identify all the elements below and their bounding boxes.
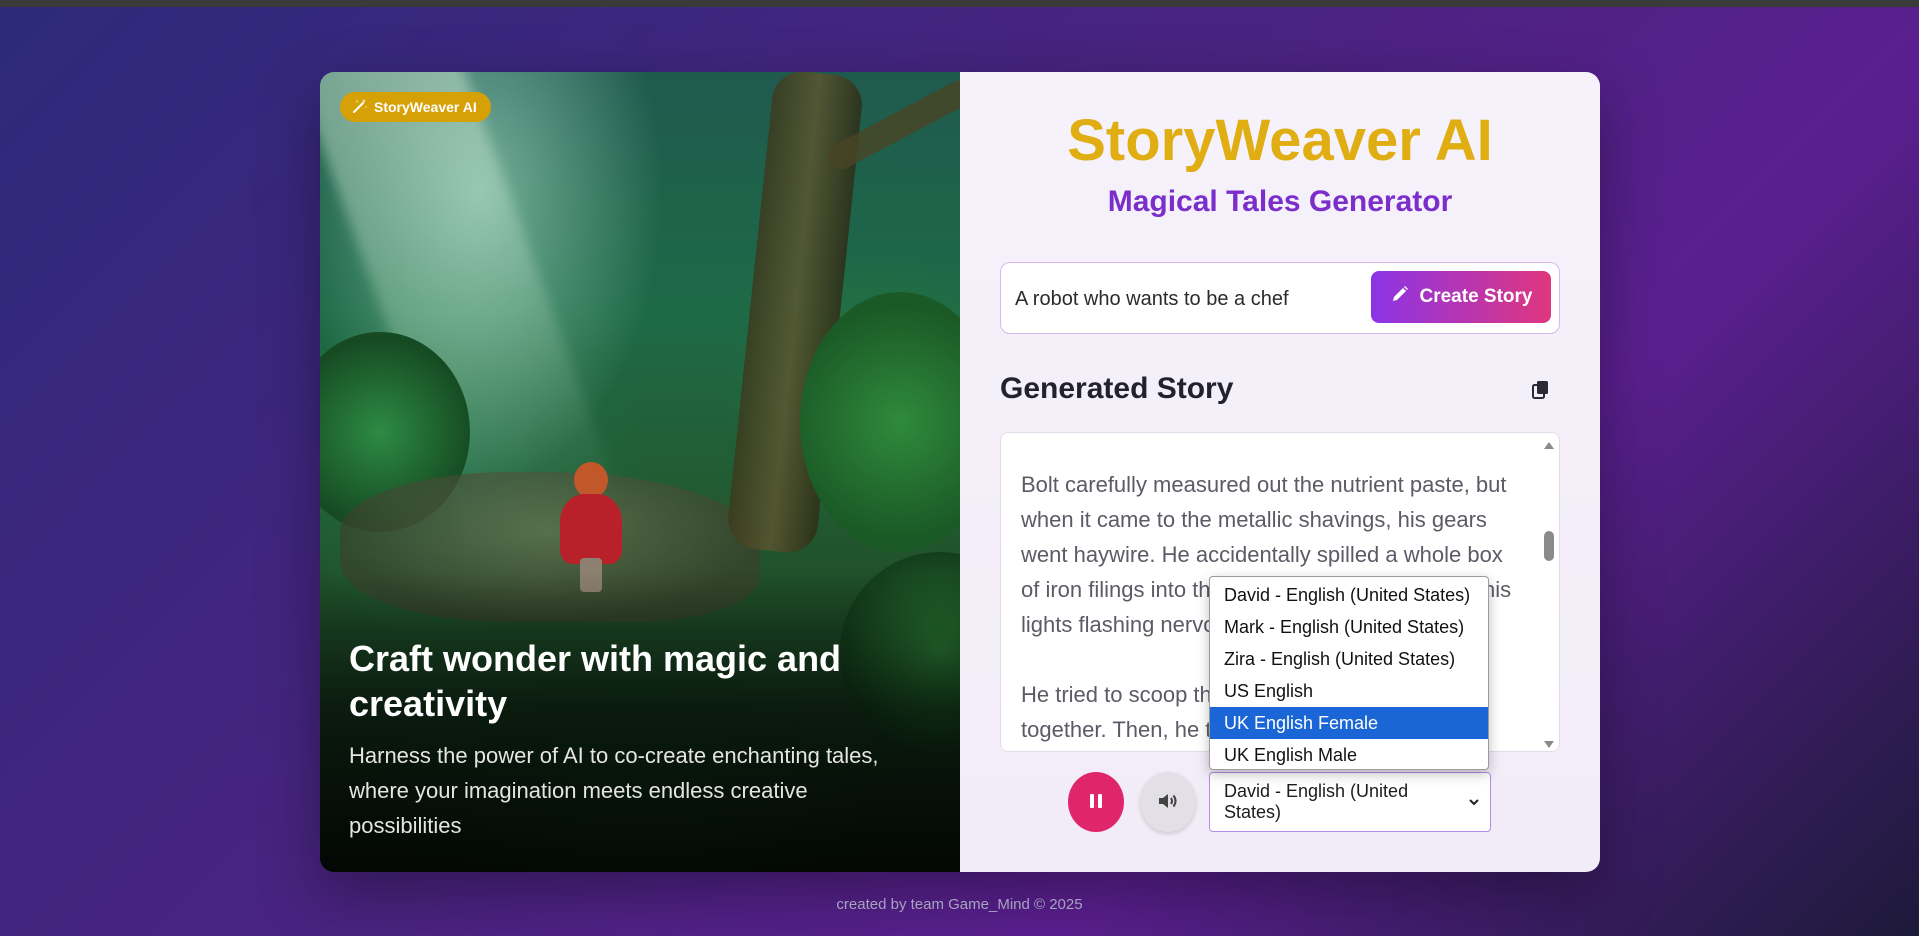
brand-badge-label: StoryWeaver AI <box>374 99 477 115</box>
copy-icon[interactable] <box>1530 378 1552 400</box>
browser-top-bar <box>0 0 1919 7</box>
voice-option[interactable]: UK English Male <box>1210 739 1488 771</box>
voice-option[interactable]: Mark - English (United States) <box>1210 611 1488 643</box>
voice-select-value: David - English (United States) <box>1224 781 1409 822</box>
app-title: StoryWeaver AI <box>1067 108 1493 173</box>
voice-option[interactable]: US English <box>1210 675 1488 707</box>
main-card: StoryWeaver AI Craft wonder with magic a… <box>320 72 1600 872</box>
scrollbar-thumb[interactable] <box>1544 531 1554 561</box>
pencil-icon <box>1390 284 1410 310</box>
create-story-label: Create Story <box>1419 286 1533 307</box>
voice-select[interactable]: David - English (United States) <box>1209 772 1491 832</box>
hero-subtitle: Harness the power of AI to co-create enc… <box>349 743 879 838</box>
hero-title: Craft wonder with magic and creativity <box>349 638 842 724</box>
voice-dropdown-list: David - English (United States) Mark - E… <box>1209 576 1489 770</box>
create-story-button[interactable]: Create Story <box>1371 271 1551 323</box>
brand-badge: StoryWeaver AI <box>340 92 491 122</box>
prompt-container: Create Story <box>1000 262 1560 334</box>
story-prompt-input[interactable] <box>1015 277 1355 321</box>
pause-button[interactable] <box>1068 772 1124 832</box>
hero-image-panel: StoryWeaver AI Craft wonder with magic a… <box>320 72 960 872</box>
scroll-up-arrow-icon[interactable] <box>1543 437 1555 449</box>
footer-credit: created by team Game_Mind © 2025 <box>836 896 1083 913</box>
magic-wand-icon <box>352 98 368 117</box>
voice-option[interactable]: Zira - English (United States) <box>1210 643 1488 675</box>
chevron-down-icon <box>1468 792 1480 813</box>
speaker-icon <box>1156 789 1180 816</box>
speaker-button[interactable] <box>1140 772 1196 832</box>
generated-story-heading: Generated Story <box>1000 372 1234 405</box>
scroll-down-arrow-icon[interactable] <box>1543 737 1555 748</box>
pause-icon <box>1086 791 1106 814</box>
app-subtitle: Magical Tales Generator <box>1107 185 1453 218</box>
voice-option[interactable]: David - English (United States) <box>1210 579 1488 611</box>
generator-panel: StoryWeaver AI Magical Tales Generator C… <box>960 72 1600 872</box>
voice-option-highlighted[interactable]: UK English Female <box>1210 707 1488 739</box>
